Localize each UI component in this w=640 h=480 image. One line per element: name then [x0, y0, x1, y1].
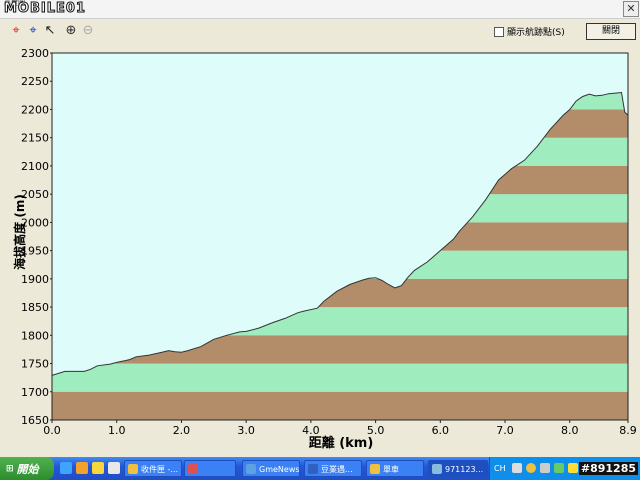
task-bike-folder[interactable]: 單車	[366, 460, 424, 477]
crosshair-red-icon[interactable]: ⌖	[8, 23, 24, 39]
show-trackpoints-checkbox[interactable]: 顯示航跡點(S)	[494, 25, 565, 38]
task-active-window[interactable]: 971123...	[428, 460, 488, 477]
task-label: GmeNews	[259, 465, 300, 474]
windows-logo-icon: ⊞	[6, 463, 14, 474]
elevation-chart: 1650170017501800185019001950200020502100…	[12, 47, 637, 451]
folder-icon[interactable]	[92, 462, 104, 474]
elevation-band	[52, 391, 628, 420]
zoom-in-icon[interactable]: ⊕	[63, 23, 79, 39]
start-label: 開始	[16, 462, 39, 476]
x-tick-label: 7.0	[496, 424, 514, 437]
y-axis-label: 海拔高度 (m)	[12, 194, 27, 270]
start-button[interactable]: ⊞ 開始	[0, 457, 54, 480]
title-bar: 高度圖 MOBILE01 ✕	[0, 0, 640, 19]
y-tick-label: 1850	[21, 301, 49, 314]
task-app-icon	[246, 464, 256, 474]
tray-icon-1[interactable]	[512, 463, 522, 473]
task-label: 收件匣 -...	[141, 465, 179, 474]
y-tick-label: 2250	[21, 75, 49, 88]
y-tick-label: 1800	[21, 329, 49, 342]
crosshair-blue-icon[interactable]: ⌖	[25, 23, 41, 39]
y-tick-label: 2200	[21, 103, 49, 116]
y-tick-label: 1900	[21, 273, 49, 286]
x-tick-label: 2.0	[173, 424, 191, 437]
x-axis-ticks: 0.0 1.0 2.0 3.0 4.0 5.0 6.0 7.0 8.0 8.9	[43, 420, 637, 437]
y-tick-label: 1700	[21, 386, 49, 399]
zoom-out-icon[interactable]: ⊖	[80, 23, 96, 39]
tray-icon-3[interactable]	[540, 463, 550, 473]
task-app-icon	[188, 464, 198, 474]
task-app-icon	[432, 464, 442, 474]
task-app-icon	[370, 464, 380, 474]
x-tick-label: 8.9	[619, 424, 637, 437]
task-inbox[interactable]: 收件匣 -...	[124, 460, 182, 477]
taskbar: ⊞ 開始 收件匣 -... GmeNews 豆業遇... 單車 971123..…	[0, 457, 640, 480]
x-tick-label: 8.0	[561, 424, 579, 437]
x-tick-label: 6.0	[432, 424, 450, 437]
x-tick-label: 0.0	[43, 424, 61, 437]
mobile01-logo: MOBILE01	[4, 1, 86, 17]
watermark: #891285	[578, 462, 638, 475]
tray-icon-4[interactable]	[554, 463, 564, 473]
checkbox-label: 顯示航跡點(S)	[507, 28, 565, 38]
outlook-icon[interactable]	[76, 462, 88, 474]
y-tick-label: 2300	[21, 47, 49, 60]
task-app-icon	[308, 464, 318, 474]
expand-icon[interactable]	[108, 462, 120, 474]
language-indicator[interactable]: CH	[494, 457, 506, 480]
window-close-button[interactable]: ✕	[623, 1, 639, 17]
task-app[interactable]	[184, 460, 236, 477]
tray-icon-2[interactable]	[526, 463, 536, 473]
checkbox-box[interactable]	[494, 26, 504, 37]
task-label: 豆業遇...	[321, 465, 353, 474]
task-gmenews[interactable]: GmeNews	[242, 460, 300, 477]
x-tick-label: 3.0	[237, 424, 255, 437]
pointer-icon[interactable]: ↖	[42, 23, 58, 39]
elevation-chart-panel: 1650 1700 1750 1800 1850 1900 1950 2000 2050 2100…	[0, 44, 640, 456]
task-document[interactable]: 豆業遇...	[304, 460, 362, 477]
y-tick-label: 2100	[21, 160, 49, 173]
x-tick-label: 1.0	[108, 424, 126, 437]
tray-icon-5[interactable]	[568, 463, 578, 473]
task-label: 單車	[383, 465, 399, 474]
close-button[interactable]: 關閉	[586, 23, 636, 40]
elevation-band	[52, 363, 628, 392]
y-tick-label: 1750	[21, 358, 49, 371]
desktop-icon[interactable]	[60, 462, 72, 474]
task-app-icon	[128, 464, 138, 474]
y-tick-label: 2150	[21, 132, 49, 145]
task-label: 971123...	[445, 465, 484, 474]
x-axis-label: 距離 (km)	[309, 435, 374, 451]
